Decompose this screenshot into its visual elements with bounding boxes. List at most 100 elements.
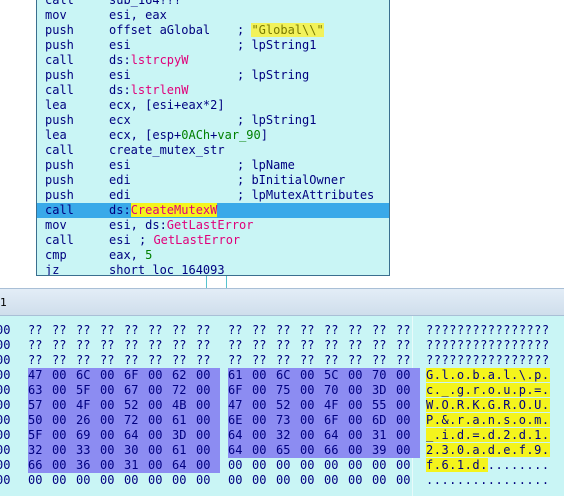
hex-byte[interactable]: 00 (300, 368, 324, 383)
hex-byte[interactable]: ?? (252, 323, 276, 338)
hex-byte[interactable]: 00 (100, 458, 124, 473)
hex-byte[interactable]: 6F (124, 368, 148, 383)
hex-row[interactable]: 0050002600720061006E0073006F006D00P.&.r.… (0, 413, 564, 428)
hex-byte[interactable]: 64 (228, 428, 252, 443)
hex-view[interactable]: 00??????????????????????????????????????… (0, 316, 564, 496)
hex-byte[interactable]: ?? (76, 353, 100, 368)
asm-line[interactable]: call sub_164??? (37, 0, 389, 8)
hex-byte[interactable]: 00 (396, 458, 420, 473)
hex-byte[interactable]: 6F (324, 413, 348, 428)
hex-byte[interactable]: ?? (196, 338, 220, 353)
hex-byte[interactable]: 00 (396, 428, 420, 443)
hex-byte[interactable]: ?? (100, 323, 124, 338)
hex-byte[interactable]: ?? (396, 353, 420, 368)
hex-byte[interactable]: ?? (372, 353, 396, 368)
hex-byte[interactable]: 00 (52, 383, 76, 398)
hex-byte[interactable]: 6D (372, 413, 396, 428)
hex-byte[interactable]: 00 (148, 383, 172, 398)
hex-byte[interactable]: ?? (276, 353, 300, 368)
hex-row[interactable]: 00??????????????????????????????????????… (0, 323, 564, 338)
hex-byte[interactable]: ?? (124, 323, 148, 338)
hex-byte[interactable]: ?? (28, 338, 52, 353)
hex-byte[interactable]: 00 (252, 473, 276, 488)
hex-byte[interactable]: ?? (348, 338, 372, 353)
hex-byte[interactable]: 00 (300, 413, 324, 428)
hex-byte[interactable]: 6E (228, 413, 252, 428)
hex-byte[interactable]: ?? (148, 338, 172, 353)
hex-byte[interactable]: ?? (196, 323, 220, 338)
hex-byte[interactable]: 00 (252, 398, 276, 413)
hex-byte[interactable]: 00 (348, 398, 372, 413)
hex-byte[interactable]: 52 (276, 398, 300, 413)
hex-byte[interactable]: 00 (396, 383, 420, 398)
hex-row[interactable]: 00320033003000610064006500660039002.3.0.… (0, 443, 564, 458)
hex-byte[interactable]: 00 (100, 383, 124, 398)
asm-line[interactable]: push esi ; lpString (37, 68, 389, 83)
hex-byte[interactable]: 00 (396, 443, 420, 458)
hex-byte[interactable]: 75 (276, 383, 300, 398)
hex-byte[interactable]: 00 (100, 443, 124, 458)
hex-byte[interactable]: 61 (172, 443, 196, 458)
hex-byte[interactable]: 00 (52, 368, 76, 383)
hex-byte[interactable]: 55 (372, 398, 396, 413)
hex-byte[interactable]: 00 (76, 473, 100, 488)
hex-byte[interactable]: 00 (252, 368, 276, 383)
hex-byte[interactable]: ?? (172, 323, 196, 338)
hex-byte[interactable]: ?? (324, 353, 348, 368)
hex-byte[interactable]: 6F (228, 383, 252, 398)
hex-byte[interactable]: 4F (76, 398, 100, 413)
asm-line[interactable]: call ds:CreateMutexW (37, 203, 389, 218)
hex-byte[interactable]: 00 (252, 443, 276, 458)
hex-byte[interactable]: 00 (52, 443, 76, 458)
hex-byte[interactable]: 67 (124, 383, 148, 398)
hex-byte[interactable]: 00 (148, 428, 172, 443)
hex-byte[interactable]: ?? (52, 353, 76, 368)
hex-byte[interactable]: 6C (76, 368, 100, 383)
hex-byte[interactable]: 00 (276, 473, 300, 488)
hex-byte[interactable]: 70 (324, 383, 348, 398)
hex-byte[interactable]: ?? (372, 323, 396, 338)
hex-row[interactable]: 0066003600310064000000000000000000f.6.1.… (0, 458, 564, 473)
asm-line[interactable]: push ecx ; lpString1 (37, 113, 389, 128)
hex-byte[interactable]: 00 (300, 458, 324, 473)
import-name[interactable]: GetLastError (167, 218, 254, 232)
hex-byte[interactable]: ?? (252, 338, 276, 353)
hex-byte[interactable]: 00 (372, 473, 396, 488)
hex-byte[interactable]: 00 (300, 398, 324, 413)
hex-row[interactable]: 0057004F0052004B00470052004F005500W.O.R.… (0, 398, 564, 413)
asm-line[interactable]: mov esi, ds:GetLastError (37, 218, 389, 233)
hex-byte[interactable]: 61 (172, 413, 196, 428)
hex-byte[interactable]: 00 (196, 443, 220, 458)
hex-byte[interactable]: ?? (28, 353, 52, 368)
hex-byte[interactable]: ?? (300, 353, 324, 368)
hex-byte[interactable]: 00 (396, 398, 420, 413)
hex-byte[interactable]: 26 (76, 413, 100, 428)
hex-byte[interactable]: 00 (196, 368, 220, 383)
hex-byte[interactable]: 61 (228, 368, 252, 383)
hex-byte[interactable]: 00 (372, 458, 396, 473)
hex-byte[interactable]: 00 (100, 368, 124, 383)
hex-byte[interactable]: ?? (396, 323, 420, 338)
import-name[interactable]: CreateMutexW (130, 203, 218, 217)
asm-line[interactable]: call create_mutex_str (37, 143, 389, 158)
asm-line[interactable]: call esi; GetLastError (37, 233, 389, 248)
hex-byte[interactable]: 00 (100, 428, 124, 443)
hex-byte[interactable]: 00 (300, 443, 324, 458)
hex-byte[interactable]: 00 (348, 413, 372, 428)
hex-byte[interactable]: 31 (372, 428, 396, 443)
hex-byte[interactable]: 00 (348, 458, 372, 473)
hex-byte[interactable]: 57 (28, 398, 52, 413)
hex-byte[interactable]: 00 (196, 428, 220, 443)
hex-byte[interactable]: ?? (228, 338, 252, 353)
hex-byte[interactable]: 00 (252, 428, 276, 443)
asm-line[interactable]: jz short loc_164093 (37, 263, 389, 275)
hex-byte[interactable]: 00 (196, 398, 220, 413)
hex-byte[interactable]: 47 (228, 398, 252, 413)
hex-byte[interactable]: 00 (396, 368, 420, 383)
hex-byte[interactable]: 64 (324, 428, 348, 443)
asm-line[interactable]: call ds:lstrcpyW (37, 53, 389, 68)
hex-byte[interactable]: 69 (76, 428, 100, 443)
hex-byte[interactable]: ?? (276, 338, 300, 353)
hex-byte[interactable]: 00 (228, 458, 252, 473)
hex-byte[interactable]: 72 (124, 413, 148, 428)
